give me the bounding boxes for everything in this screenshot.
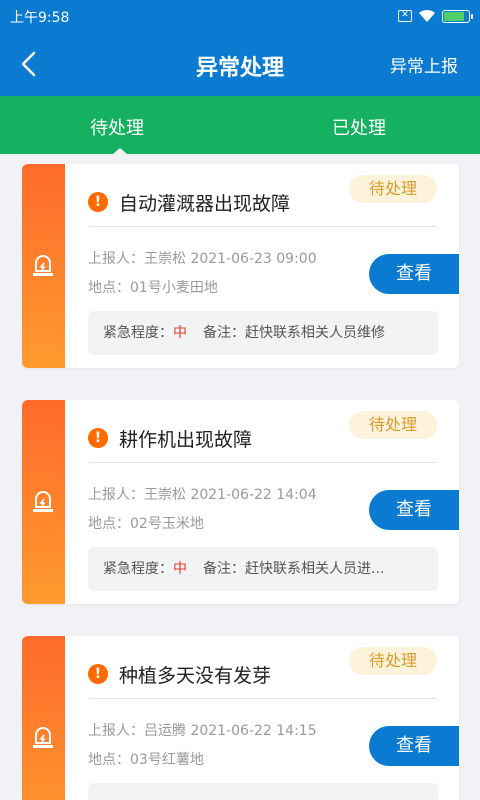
card-reporter: 上报人：王崇松 2021-06-23 09:00 (88, 251, 317, 267)
alarm-light-icon (33, 491, 53, 512)
card-note-box: 紧急程度：中 备注：赶快联系相关人员维修 (88, 311, 438, 355)
urgency-value: 中 (173, 325, 187, 341)
status-badge: 待处理 (349, 411, 437, 439)
card-reporter: 上报人：吕运腾 2021-06-22 14:15 (88, 723, 317, 739)
battery-icon (442, 9, 473, 23)
tab-bar: 待处理 已处理 (0, 96, 480, 154)
status-badge: 待处理 (349, 175, 437, 203)
card-title: 耕作机出现故障 (119, 429, 253, 451)
card-location: 地点：01号小麦田地 (88, 280, 218, 296)
alarm-light-icon (33, 727, 53, 748)
card-divider (90, 462, 437, 463)
card-location: 地点：02号玉米地 (88, 516, 204, 532)
status-icons: ✕ (398, 7, 473, 25)
card-note-box (88, 783, 438, 800)
card-reporter: 上报人：王崇松 2021-06-22 14:04 (88, 487, 317, 503)
card-divider (90, 226, 437, 227)
warning-icon: ! (88, 664, 108, 684)
header-bar: 异常处理 异常上报 (0, 32, 480, 96)
card-divider (90, 698, 437, 699)
urgency-label: 紧急程度： (103, 325, 173, 341)
exception-card[interactable]: ! 耕作机出现故障 待处理 上报人：王崇松 2021-06-22 14:04 地… (22, 400, 459, 604)
status-bar: 上午9:58 ✕ (0, 0, 480, 32)
view-button[interactable]: 查看 (369, 490, 459, 530)
card-location: 地点：03号红薯地 (88, 752, 204, 768)
exception-list[interactable]: ! 自动灌溉器出现故障 待处理 上报人：王崇松 2021-06-23 09:00… (0, 154, 480, 800)
card-note-box: 紧急程度：中 备注：赶快联系相关人员进... (88, 547, 438, 591)
status-badge: 待处理 (349, 647, 437, 675)
exception-card[interactable]: ! 种植多天没有发芽 待处理 上报人：吕运腾 2021-06-22 14:15 … (22, 636, 459, 800)
card-note: 备注：赶快联系相关人员维修 (203, 325, 385, 341)
report-exception-button[interactable]: 异常上报 (390, 52, 458, 77)
tab-processed[interactable]: 已处理 (332, 114, 386, 140)
warning-icon: ! (88, 192, 108, 212)
urgency-value: 中 (173, 561, 187, 577)
card-note: 备注：赶快联系相关人员进... (203, 561, 385, 577)
urgency-label: 紧急程度： (103, 561, 173, 577)
status-time: 上午9:58 (10, 10, 70, 26)
sim-x-icon: ✕ (398, 10, 412, 22)
exception-card[interactable]: ! 自动灌溉器出现故障 待处理 上报人：王崇松 2021-06-23 09:00… (22, 164, 459, 368)
card-stripe (22, 400, 65, 604)
warning-icon: ! (88, 428, 108, 448)
card-stripe (22, 164, 65, 368)
tab-pending[interactable]: 待处理 (90, 114, 144, 140)
wifi-icon (419, 9, 435, 22)
view-button[interactable]: 查看 (369, 254, 459, 294)
card-title: 自动灌溉器出现故障 (119, 193, 291, 215)
view-button[interactable]: 查看 (369, 726, 459, 766)
card-title: 种植多天没有发芽 (119, 665, 272, 687)
alarm-light-icon (33, 255, 53, 276)
card-stripe (22, 636, 65, 800)
